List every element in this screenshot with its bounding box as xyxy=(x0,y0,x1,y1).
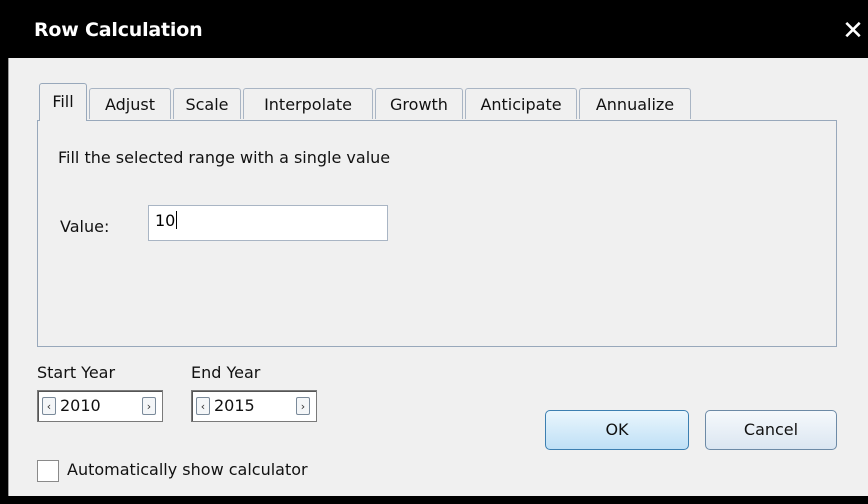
tab-annualize[interactable]: Annualize xyxy=(579,88,691,119)
value-input[interactable]: 10 xyxy=(148,205,388,241)
tab-adjust[interactable]: Adjust xyxy=(89,88,171,119)
end-year-value: 2015 xyxy=(214,396,255,415)
dialog-body: Fill Adjust Scale Interpolate Growth Ant… xyxy=(8,58,868,496)
tab-growth[interactable]: Growth xyxy=(375,88,463,119)
value-label: Value: xyxy=(60,217,110,236)
title-bar[interactable]: Row Calculation ✕ xyxy=(8,8,868,58)
cancel-button[interactable]: Cancel xyxy=(705,410,837,450)
fill-tab-panel: Fill the selected range with a single va… xyxy=(37,120,837,347)
start-year-next-icon[interactable]: › xyxy=(142,397,156,415)
start-year-prev-icon[interactable]: ‹ xyxy=(42,397,56,415)
end-year-stepper[interactable]: ‹ 2015 › xyxy=(191,390,317,422)
tab-scale[interactable]: Scale xyxy=(173,88,241,119)
row-calculation-dialog: Row Calculation ✕ Fill Adjust Scale Inte… xyxy=(8,8,868,496)
start-year-label: Start Year xyxy=(37,363,116,382)
tab-interpolate[interactable]: Interpolate xyxy=(243,88,373,119)
tab-fill[interactable]: Fill xyxy=(39,83,87,121)
close-icon[interactable]: ✕ xyxy=(840,14,866,48)
end-year-label: End Year xyxy=(191,363,261,382)
start-year-value: 2010 xyxy=(60,396,101,415)
value-text: 10 xyxy=(155,211,176,230)
dialog-title: Row Calculation xyxy=(34,19,203,41)
text-caret xyxy=(176,211,178,229)
ok-button[interactable]: OK xyxy=(545,410,689,450)
auto-calculator-label[interactable]: Automatically show calculator xyxy=(67,460,308,479)
tab-anticipate[interactable]: Anticipate xyxy=(465,88,577,119)
fill-description: Fill the selected range with a single va… xyxy=(58,148,391,167)
auto-calculator-checkbox[interactable] xyxy=(37,460,59,482)
end-year-next-icon[interactable]: › xyxy=(296,397,310,415)
end-year-prev-icon[interactable]: ‹ xyxy=(196,397,210,415)
start-year-stepper[interactable]: ‹ 2010 › xyxy=(37,390,163,422)
